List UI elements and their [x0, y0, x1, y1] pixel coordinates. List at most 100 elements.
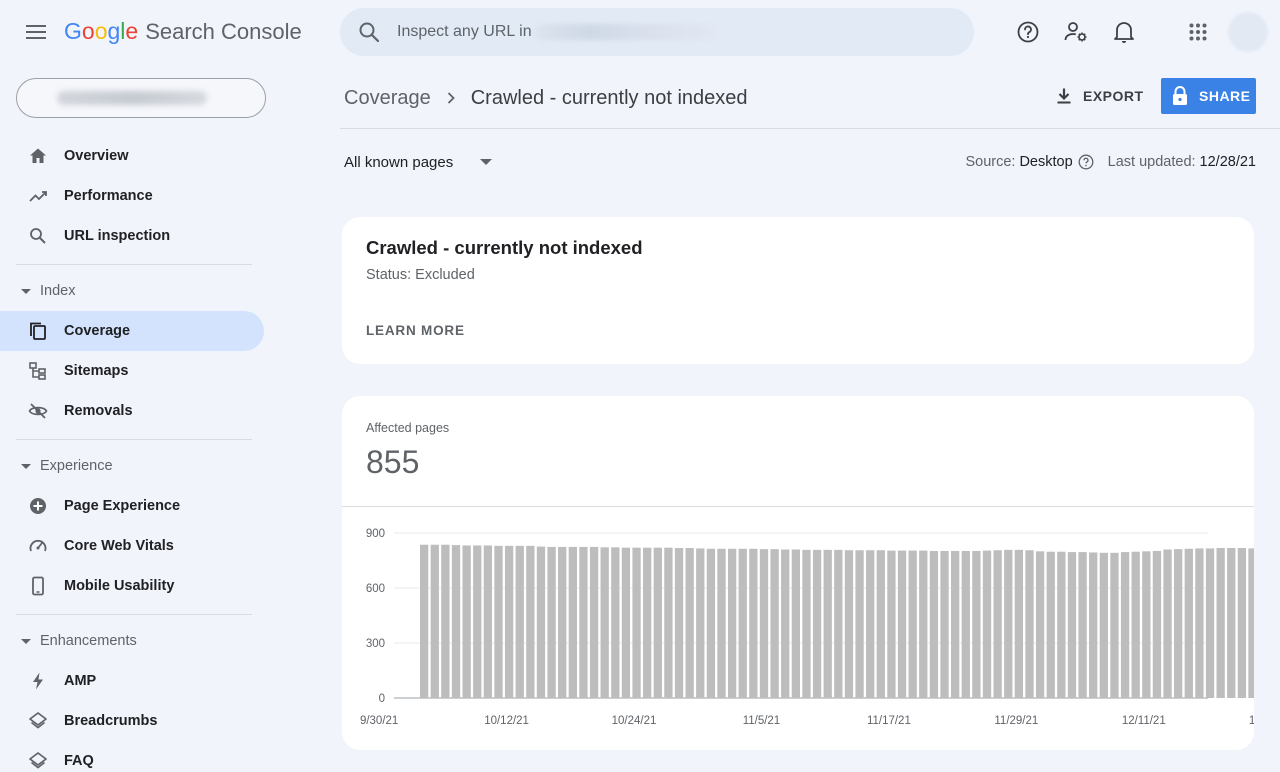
- chart-bar[interactable]: [568, 546, 577, 698]
- sidebar-item-mobile-usability[interactable]: Mobile Usability: [0, 566, 264, 606]
- chart-bar[interactable]: [1025, 550, 1034, 698]
- chart-bar[interactable]: [887, 550, 896, 698]
- notifications-button[interactable]: [1108, 16, 1140, 48]
- learn-more-link[interactable]: LEARN MORE: [366, 323, 465, 338]
- chart-bar[interactable]: [727, 548, 737, 698]
- chart-bar[interactable]: [1174, 549, 1183, 698]
- chart-bar[interactable]: [611, 547, 620, 698]
- chart-bar[interactable]: [1205, 548, 1215, 698]
- chart-bar[interactable]: [982, 550, 992, 698]
- chart-bar[interactable]: [1152, 550, 1162, 698]
- chart-bar[interactable]: [1248, 548, 1254, 698]
- chart-bar[interactable]: [494, 545, 503, 698]
- share-button[interactable]: SHARE: [1161, 78, 1256, 114]
- sidebar-item-overview[interactable]: Overview: [0, 136, 264, 176]
- chart-bar[interactable]: [812, 549, 822, 698]
- sidebar-item-url-inspection[interactable]: URL inspection: [0, 216, 264, 256]
- sidebar-item-breadcrumbs[interactable]: Breadcrumbs: [0, 701, 264, 741]
- chart-bar[interactable]: [558, 546, 567, 698]
- chart-bar[interactable]: [802, 549, 811, 698]
- chart-bar[interactable]: [908, 550, 917, 698]
- pages-filter-dropdown[interactable]: All known pages: [344, 150, 493, 174]
- chart-bar[interactable]: [473, 545, 482, 698]
- chart-bar[interactable]: [770, 549, 779, 698]
- chart-bar[interactable]: [462, 545, 471, 698]
- chart-bar[interactable]: [823, 549, 832, 698]
- url-inspection-input[interactable]: [397, 23, 535, 41]
- chart-bar[interactable]: [706, 548, 716, 698]
- chart-bar[interactable]: [897, 550, 907, 698]
- chart-bar[interactable]: [1057, 551, 1066, 698]
- chart-bar[interactable]: [430, 544, 439, 698]
- chart-bar[interactable]: [451, 545, 461, 698]
- export-button[interactable]: EXPORT: [1055, 79, 1153, 113]
- chart-bar[interactable]: [685, 548, 694, 698]
- chart-bar[interactable]: [1142, 551, 1151, 698]
- chart-bar[interactable]: [717, 548, 726, 698]
- chart-bar[interactable]: [1078, 552, 1087, 698]
- chart-bar[interactable]: [600, 547, 609, 698]
- google-apps-button[interactable]: [1182, 16, 1214, 48]
- chart-bar[interactable]: [547, 546, 556, 698]
- chart-bar[interactable]: [483, 545, 493, 698]
- chart-bar[interactable]: [1237, 548, 1247, 698]
- chart-bar[interactable]: [1046, 551, 1055, 698]
- google-search-console-logo[interactable]: Google Search Console: [64, 18, 302, 48]
- url-inspection-search-bar[interactable]: [340, 8, 974, 56]
- chart-bar[interactable]: [674, 548, 684, 698]
- chart-bar[interactable]: [589, 546, 599, 698]
- sidebar-item-performance[interactable]: Performance: [0, 176, 264, 216]
- chart-bar[interactable]: [1216, 548, 1225, 698]
- help-outline-icon[interactable]: [1078, 154, 1094, 170]
- chart-bar[interactable]: [1227, 548, 1236, 698]
- chart-bar[interactable]: [1089, 552, 1098, 698]
- chart-bar[interactable]: [536, 546, 546, 698]
- sidebar-item-sitemaps[interactable]: Sitemaps: [0, 351, 264, 391]
- chart-bar[interactable]: [653, 547, 662, 698]
- chart-bar[interactable]: [919, 550, 928, 698]
- chart-bar[interactable]: [579, 546, 588, 698]
- chart-bar[interactable]: [834, 549, 843, 698]
- chart-bar[interactable]: [1110, 552, 1119, 698]
- chart-bar[interactable]: [759, 549, 769, 698]
- chart-bar[interactable]: [664, 547, 673, 698]
- chart-bar[interactable]: [791, 549, 800, 699]
- chart-bar[interactable]: [844, 550, 854, 698]
- chart-bar[interactable]: [696, 548, 705, 698]
- section-toggle-enhancements[interactable]: Enhancements: [0, 626, 264, 656]
- chart-bar[interactable]: [1099, 552, 1108, 698]
- sidebar-item-core-web-vitals[interactable]: Core Web Vitals: [0, 526, 264, 566]
- chart-bar[interactable]: [1067, 552, 1077, 698]
- chart-bar[interactable]: [504, 545, 514, 698]
- chart-bar[interactable]: [781, 549, 790, 699]
- sidebar-item-faq[interactable]: FAQ: [0, 741, 264, 772]
- chart-bar[interactable]: [749, 548, 758, 698]
- chart-bar[interactable]: [855, 550, 864, 698]
- main-menu-button[interactable]: [18, 14, 54, 50]
- breadcrumb-coverage-link[interactable]: Coverage: [344, 87, 431, 110]
- chart-bar[interactable]: [420, 544, 429, 698]
- chart-bar[interactable]: [929, 550, 939, 698]
- chart-bar[interactable]: [738, 548, 747, 698]
- sidebar-item-amp[interactable]: AMP: [0, 661, 264, 701]
- chart-bar[interactable]: [876, 550, 885, 698]
- chart-bar[interactable]: [526, 545, 535, 698]
- section-toggle-experience[interactable]: Experience: [0, 451, 264, 481]
- user-settings-button[interactable]: [1060, 16, 1092, 48]
- chart-bar[interactable]: [951, 550, 960, 698]
- sidebar-item-page-experience[interactable]: Page Experience: [0, 486, 264, 526]
- sidebar-item-coverage[interactable]: Coverage: [0, 311, 264, 351]
- section-toggle-index[interactable]: Index: [0, 276, 264, 306]
- chart-bar[interactable]: [993, 550, 1002, 698]
- chart-bar[interactable]: [961, 550, 970, 698]
- chart-bar[interactable]: [1004, 549, 1013, 698]
- chart-bar[interactable]: [1163, 549, 1172, 699]
- chart-bar[interactable]: [1035, 551, 1045, 698]
- chart-bar[interactable]: [621, 547, 631, 698]
- property-selector[interactable]: [16, 78, 266, 118]
- help-button[interactable]: [1012, 16, 1044, 48]
- chart-bar[interactable]: [1131, 551, 1140, 698]
- chart-bar[interactable]: [1184, 548, 1193, 698]
- chart-bar[interactable]: [1120, 552, 1130, 698]
- chart-bar[interactable]: [515, 545, 524, 698]
